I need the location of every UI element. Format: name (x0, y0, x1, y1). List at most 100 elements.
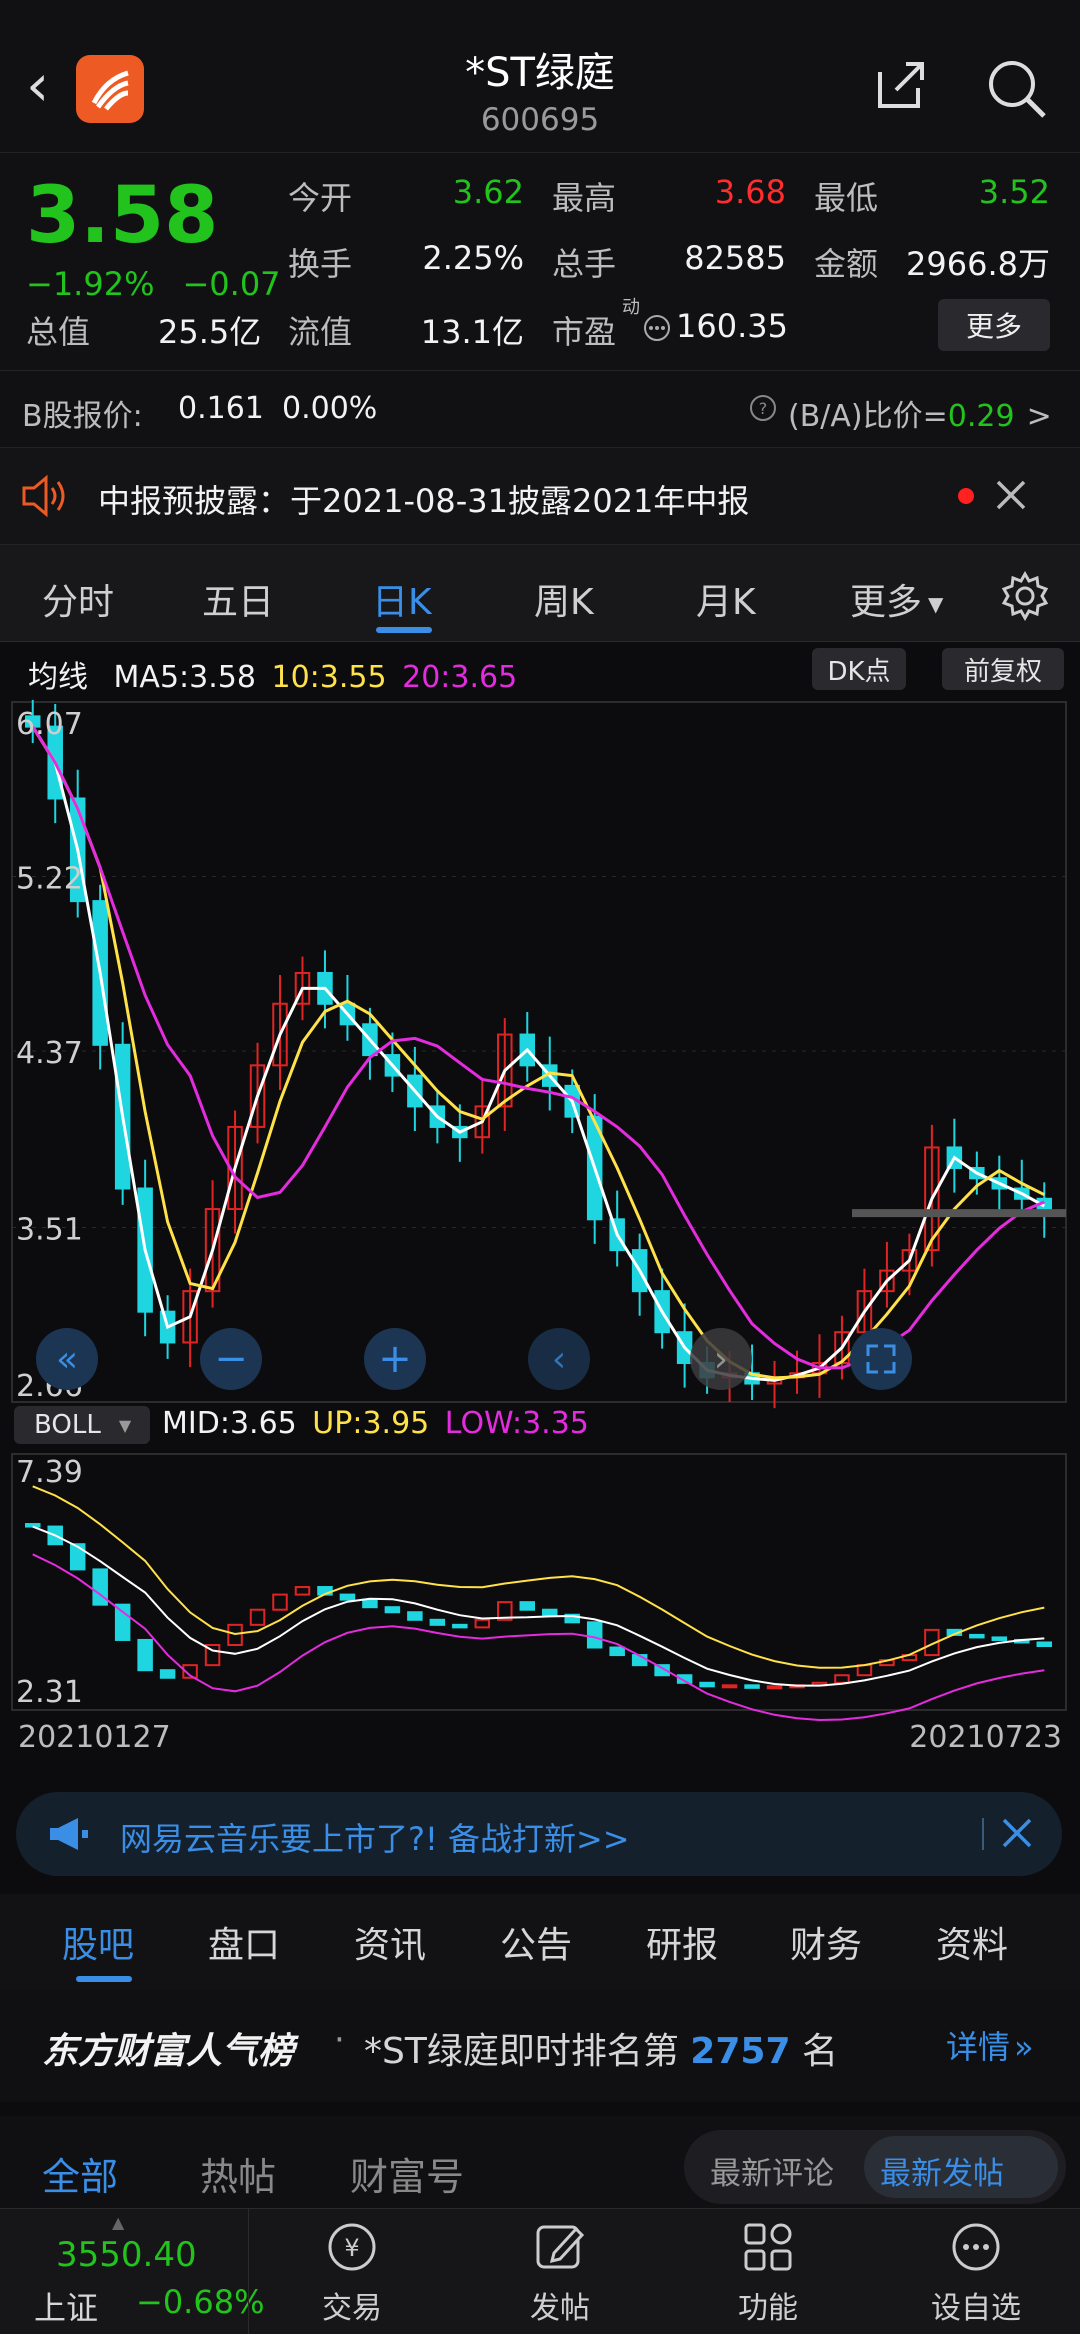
tab-five-day[interactable]: 五日 (202, 573, 274, 625)
zoom-out-icon[interactable]: − (200, 1328, 262, 1390)
boll-candle (744, 1684, 760, 1689)
tab-weekly-k[interactable]: 周K (534, 573, 594, 625)
rank-text: *ST绿庭即时排名第 2757 名 (364, 2031, 838, 2072)
boll-up-line (32, 1485, 1045, 1669)
divider (982, 1818, 984, 1850)
svg-text:?: ? (759, 399, 768, 418)
zoom-in-icon[interactable]: + (364, 1328, 426, 1390)
tab-intraday[interactable]: 分时 (42, 573, 114, 625)
active-tab-indicator (76, 1976, 132, 1982)
quote-low: 最低 (814, 179, 879, 217)
quote-open: 今开 (288, 179, 353, 217)
share-icon[interactable] (872, 58, 928, 118)
help-icon[interactable]: ? (748, 393, 778, 431)
b-share-price: 0.161 (178, 391, 264, 426)
date-start: 20210127 (18, 1720, 171, 1755)
ad-banner[interactable]: 网易云音乐要上市了?! 备战打新>> (16, 1792, 1062, 1876)
subtab-all[interactable]: 全部 (42, 2146, 118, 2201)
tab-announcements[interactable]: 公告 (500, 1916, 572, 1968)
b-share-pct: 0.00% (282, 391, 378, 426)
more-quote-button[interactable]: 更多 (938, 299, 1050, 351)
subtab-hot[interactable]: 热帖 (200, 2146, 276, 2201)
subtab-wealth[interactable]: 财富号 (350, 2146, 464, 2201)
y-tick-label: 3.51 (16, 1213, 83, 1248)
sort-latest-post-pill[interactable]: 最新发帖 (864, 2136, 1058, 2198)
notice-bar[interactable]: 中报预披露：于2021-08-31披露2021年中报 (0, 448, 1080, 545)
y-tick-label: 4.37 (16, 1036, 83, 1071)
tab-finance[interactable]: 财务 (790, 1916, 862, 1968)
quote-volume: 总手 (552, 245, 617, 283)
scroll-reset-icon[interactable]: ‹ (528, 1328, 590, 1390)
candlestick-chart[interactable]: 6.075.224.373.512.66 7.392.31 (0, 642, 1080, 1767)
fullscreen-icon[interactable] (850, 1328, 912, 1390)
boll-candle (766, 1685, 783, 1690)
tab-forum[interactable]: 股吧 (62, 1916, 134, 1968)
caret-up-icon: ▲ (112, 2213, 125, 2232)
chart-tabs: 分时 五日 日K 周K 月K 更多 ▼ (0, 545, 1080, 642)
boll-candle (699, 1681, 715, 1688)
popularity-rank[interactable]: 东方财富人气榜 · *ST绿庭即时排名第 2757 名 详情» (0, 1990, 1080, 2102)
boll-candle (519, 1601, 536, 1611)
boll-candle (586, 1621, 603, 1649)
quote-open-value: 3.62 (452, 173, 524, 211)
tab-more[interactable]: 更多 ▼ (850, 573, 943, 625)
ma10-line (31, 725, 1045, 1380)
rank-detail-link[interactable]: 详情» (946, 2022, 1034, 2068)
boll-candle (294, 1586, 311, 1596)
functions-button[interactable]: 功能 (698, 2219, 838, 2327)
quote-pe-value: 160.35 (676, 307, 788, 345)
boll-candle (452, 1623, 468, 1629)
close-icon[interactable] (994, 478, 1028, 520)
tab-profile[interactable]: 资料 (936, 1916, 1008, 1968)
boll-candle (362, 1598, 378, 1609)
boll-candle (272, 1593, 288, 1611)
trade-icon: ¥ (328, 2223, 376, 2271)
tab-handicap[interactable]: 盘口 (208, 1916, 280, 1968)
boll-candle (159, 1669, 176, 1679)
settings-icon[interactable] (1000, 570, 1050, 625)
svg-text:¥: ¥ (344, 2234, 359, 2262)
app-header: ‹ *ST绿庭 600695 (0, 0, 1080, 153)
ad-text[interactable]: 网易云音乐要上市了?! 备战打新>> (120, 1814, 630, 1860)
divider (248, 2209, 249, 2334)
sort-latest-comment[interactable]: 最新评论 (710, 2148, 834, 2193)
trade-button[interactable]: ¥ 交易 (282, 2219, 422, 2327)
speaker-icon (20, 474, 68, 526)
pe-info-icon[interactable] (642, 313, 672, 351)
boll-candle (474, 1618, 491, 1629)
tab-news[interactable]: 资讯 (354, 1916, 426, 1968)
scroll-right-icon[interactable]: › (690, 1328, 752, 1390)
index-name: 上证 (34, 2289, 99, 2327)
index-change: −0.68% (136, 2283, 265, 2321)
tab-research[interactable]: 研报 (646, 1916, 718, 1968)
boll-legend: MID:3.65 UP:3.95 LOW:3.35 (162, 1406, 589, 1441)
b-share-ratio[interactable]: (B/A)比价=0.29 > (788, 391, 1052, 435)
scroll-left-icon[interactable]: « (36, 1328, 98, 1390)
date-end: 20210723 (909, 1720, 1062, 1755)
sort-toggle: 最新评论 最新发帖 (684, 2130, 1066, 2204)
quote-amount: 金额 (814, 245, 879, 283)
post-button[interactable]: 发帖 (490, 2219, 630, 2327)
index-ticker[interactable]: ▲ 3550.40 上证 −0.68% (0, 2209, 264, 2334)
notice-text[interactable]: 中报预披露：于2021-08-31披露2021年中报 (98, 476, 749, 522)
boll-candle (834, 1674, 850, 1684)
b-share-bar: B股报价: 0.161 0.00% ? (B/A)比价=0.29 > (0, 371, 1080, 448)
quote-high: 最高 (552, 179, 617, 217)
more-icon (952, 2223, 1000, 2271)
indicator-select[interactable]: BOLL ▼ (14, 1406, 150, 1444)
watchlist-button[interactable]: 设自选 (906, 2219, 1046, 2327)
tab-monthly-k[interactable]: 月K (696, 573, 756, 625)
quote-float-value: 流值 (288, 313, 353, 351)
boll-candle (384, 1606, 401, 1614)
close-ad-icon[interactable] (1000, 1816, 1034, 1854)
search-icon[interactable] (986, 58, 1048, 124)
chevron-down-icon: ▼ (928, 592, 944, 616)
boll-candle (339, 1593, 356, 1601)
boll-candle (721, 1684, 738, 1689)
y-tick-label: 5.22 (16, 861, 83, 896)
boll-candle (25, 1523, 41, 1528)
boll-candle (69, 1543, 86, 1571)
megaphone-icon (46, 1814, 90, 1858)
chevron-down-icon: ▼ (118, 1415, 132, 1435)
tab-daily-k[interactable]: 日K (372, 573, 432, 625)
